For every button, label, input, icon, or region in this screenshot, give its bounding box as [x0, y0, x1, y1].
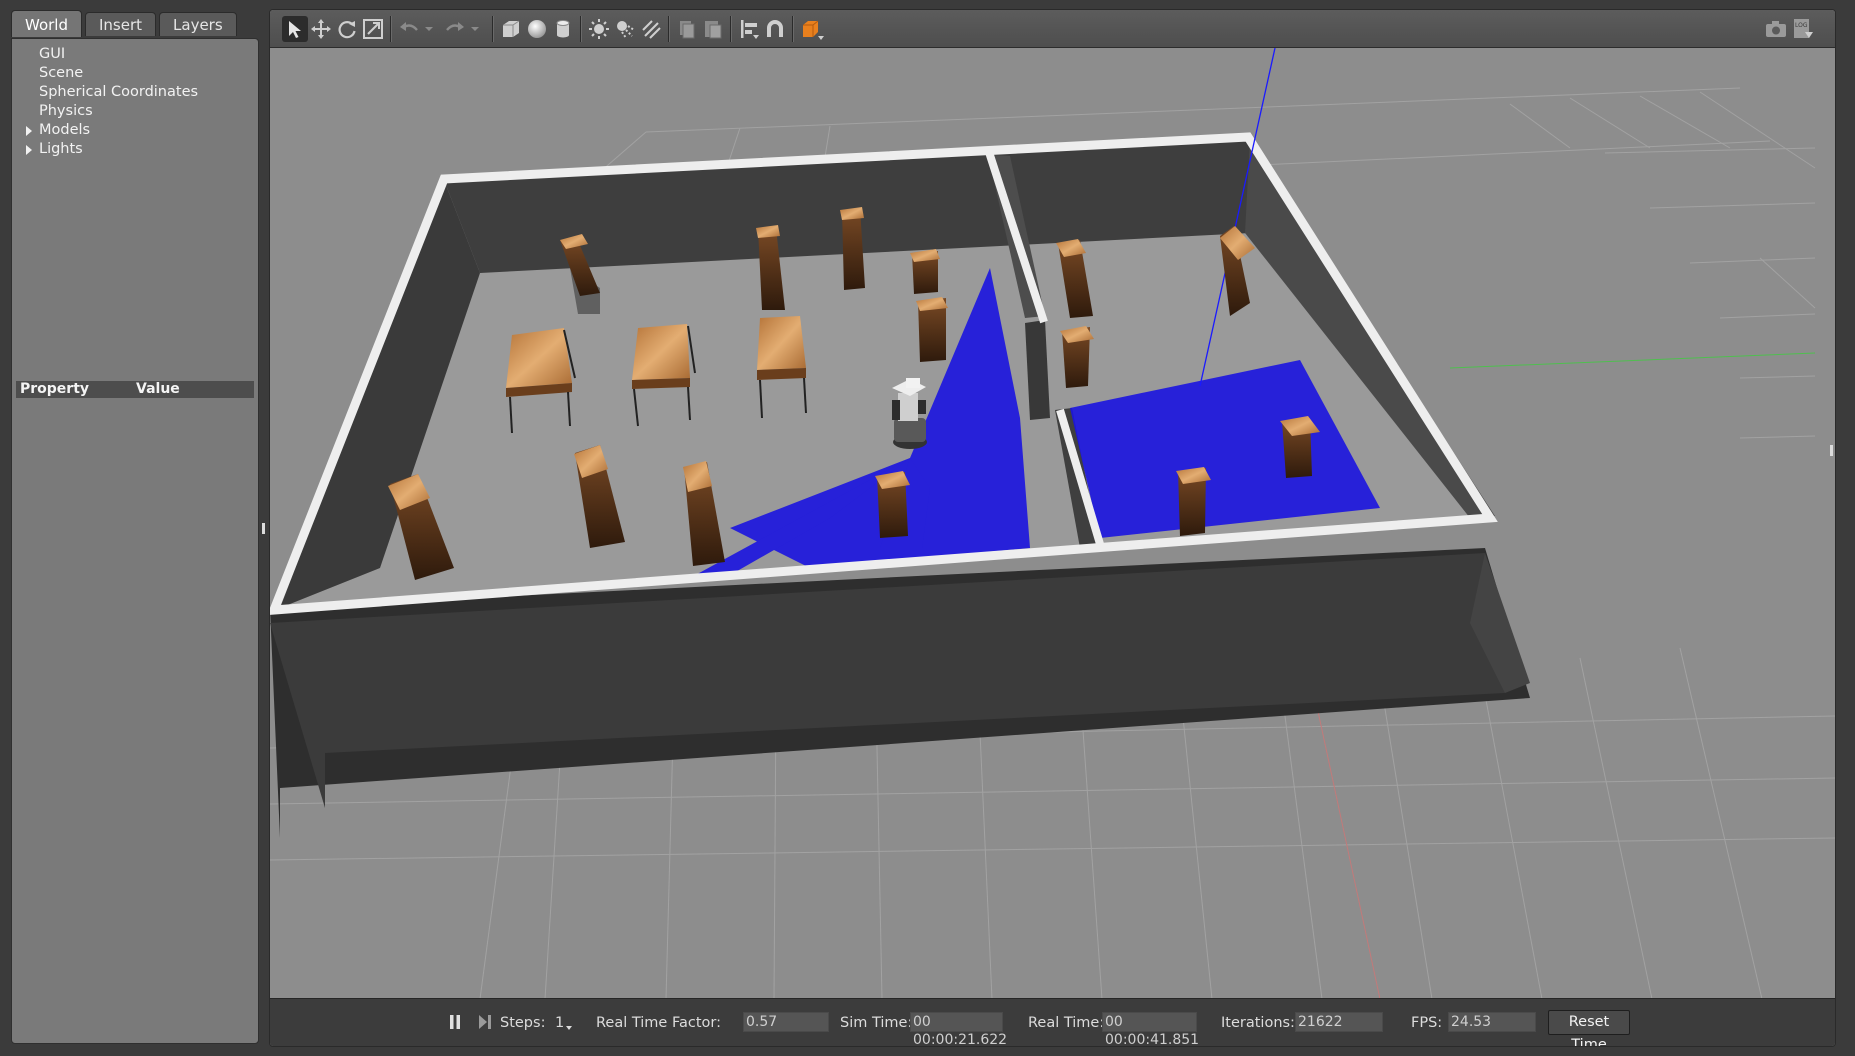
- fps-field: 24.53: [1448, 1012, 1536, 1032]
- paste-icon[interactable]: [700, 16, 726, 42]
- tab-insert[interactable]: Insert: [85, 12, 157, 36]
- tree-item-label: GUI: [39, 46, 66, 62]
- real-time-factor-label: Real Time Factor:: [596, 1015, 721, 1031]
- align-icon[interactable]: [736, 16, 762, 42]
- scale-mode-icon[interactable]: [360, 16, 386, 42]
- shelf[interactable]: [916, 297, 948, 362]
- tab-layers[interactable]: Layers: [159, 12, 237, 36]
- steps-value[interactable]: 1: [555, 1014, 564, 1032]
- tree-item-label: Models: [39, 122, 91, 138]
- tree-item-label: Lights: [39, 141, 83, 157]
- log-icon[interactable]: LOG: [1790, 16, 1816, 42]
- real-time-label: Real Time:: [1028, 1015, 1105, 1031]
- toolbar-separator: [792, 16, 794, 42]
- tree-item-models[interactable]: Models: [12, 121, 258, 140]
- right-panel-handle[interactable]: [1830, 445, 1833, 456]
- sim-time-label: Sim Time:: [840, 1015, 913, 1031]
- tree-item-scene[interactable]: Scene: [12, 64, 258, 83]
- point-light-icon[interactable]: [586, 16, 612, 42]
- world-tree: GUI Scene Spherical Coordinates Physics …: [12, 45, 258, 159]
- fps-label: FPS:: [1411, 1015, 1443, 1031]
- sphere-shape-icon[interactable]: [524, 16, 550, 42]
- translate-mode-icon[interactable]: [308, 16, 334, 42]
- copy-icon[interactable]: [674, 16, 700, 42]
- box-shape-icon[interactable]: [498, 16, 524, 42]
- robot[interactable]: [892, 378, 927, 449]
- tree-item-spherical-coordinates[interactable]: Spherical Coordinates: [12, 83, 258, 102]
- redo-history-icon[interactable]: [468, 16, 482, 42]
- tab-world[interactable]: World: [11, 10, 82, 37]
- splitter-handle[interactable]: [132, 373, 142, 388]
- toolbar-separator: [730, 16, 732, 42]
- select-mode-icon[interactable]: [282, 16, 308, 42]
- tree-item-physics[interactable]: Physics: [12, 102, 258, 121]
- left-tabs: World Insert Layers: [11, 10, 240, 38]
- toolbar-separator: [390, 16, 392, 42]
- iterations-label: Iterations:: [1221, 1015, 1295, 1031]
- steps-label: Steps:: [500, 1015, 546, 1031]
- expand-arrow-icon[interactable]: [26, 145, 32, 155]
- shelf[interactable]: [875, 471, 910, 538]
- viewport-frame: LOG Steps: 1 Real Time Factor: 0.57 Sim …: [269, 9, 1836, 1047]
- step-icon[interactable]: [475, 1012, 495, 1032]
- left-panel: World Insert Layers GUI Scene Spherical …: [0, 0, 268, 1056]
- value-column-header: Value: [136, 381, 180, 397]
- cylinder-shape-icon[interactable]: [550, 16, 576, 42]
- spot-light-icon[interactable]: [612, 16, 638, 42]
- real-time-factor-field: 0.57: [743, 1012, 829, 1032]
- svg-text:LOG: LOG: [1795, 22, 1808, 29]
- view-angle-icon[interactable]: [798, 16, 824, 42]
- toolbar-separator: [668, 16, 670, 42]
- snap-icon[interactable]: [762, 16, 788, 42]
- rotate-mode-icon[interactable]: [334, 16, 360, 42]
- world-panel: GUI Scene Spherical Coordinates Physics …: [11, 38, 259, 1044]
- directional-light-icon[interactable]: [638, 16, 664, 42]
- property-column-header: Property: [20, 381, 90, 397]
- sim-time-field: 00 00:00:21.622: [910, 1012, 1007, 1046]
- steps-spin-icon[interactable]: [565, 1020, 573, 1030]
- expand-arrow-icon[interactable]: [26, 126, 32, 136]
- tree-item-lights[interactable]: Lights: [12, 140, 258, 159]
- panel-collapse-handle[interactable]: [262, 523, 265, 534]
- tree-item-label: Scene: [39, 65, 84, 81]
- tree-item-label: Spherical Coordinates: [39, 84, 199, 100]
- redo-icon[interactable]: [442, 16, 468, 42]
- shelf[interactable]: [910, 249, 940, 294]
- tree-item-gui[interactable]: GUI: [12, 45, 258, 64]
- toolbar-separator: [492, 16, 494, 42]
- undo-history-icon[interactable]: [422, 16, 436, 42]
- iterations-field: 21622: [1295, 1012, 1383, 1032]
- toolbar-separator: [580, 16, 582, 42]
- tree-item-label: Physics: [39, 103, 93, 119]
- 3d-scene-viewport[interactable]: [270, 48, 1835, 999]
- property-table-header: Property Value: [16, 381, 254, 398]
- screenshot-icon[interactable]: [1763, 16, 1789, 42]
- pause-icon[interactable]: [445, 1012, 465, 1032]
- real-time-field: 00 00:00:41.851: [1102, 1012, 1199, 1046]
- reset-time-button[interactable]: Reset Time: [1548, 1010, 1630, 1046]
- toolbar: LOG: [270, 10, 1835, 48]
- simulation-control-bar: Steps: 1 Real Time Factor: 0.57 Sim Time…: [270, 998, 1835, 1046]
- undo-icon[interactable]: [396, 16, 422, 42]
